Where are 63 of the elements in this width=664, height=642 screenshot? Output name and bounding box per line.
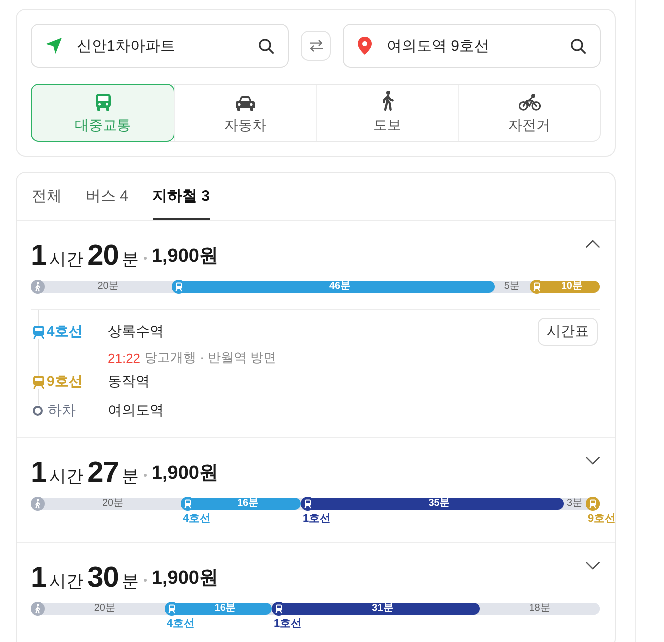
swap-button[interactable] [301,31,331,61]
line-name: 9호선 [47,373,83,391]
duration-label: 10분 [561,281,582,293]
duration-label: 16분 [237,498,259,510]
line-label: 1호선 [272,617,302,632]
car-icon [236,96,255,111]
fare: 1,900원 [152,245,218,269]
travel-time: 1 시간 20 분 [31,240,140,272]
filter-tab[interactable]: 전체 [32,173,62,220]
duration-label: 46분 [330,281,351,293]
separator-dot-icon [144,578,147,582]
bus-icon [96,94,110,111]
line-label: 1호선 [302,512,332,527]
alight-label: 하차 [48,402,76,420]
line-name: 4호선 [47,323,83,341]
station-name: 상록수역 [108,323,164,341]
filter-tab[interactable]: 버스 4 [86,173,129,220]
duration-label: 16분 [214,603,236,615]
station-name: 여의도역 [108,402,164,420]
walking-person-icon [31,280,45,294]
fare: 1,900원 [152,462,218,486]
duration-label: 35분 [428,498,450,510]
duration-label: 31분 [372,603,394,615]
separator-dot-icon [144,474,147,476]
walking-person-icon [382,91,394,111]
timetable-button[interactable]: 시간표 [538,318,598,346]
departure-time: 21:22 [108,350,141,366]
ring-icon [33,406,43,416]
map-pin-icon [358,37,372,55]
chevron-up-icon [586,240,600,248]
swap-icon [310,40,322,52]
expand-button[interactable] [586,457,600,465]
duration-label: 18분 [529,603,550,615]
chevron-down-icon [586,562,600,570]
line-label: 9호선 [587,512,616,527]
duration-label: 20분 [102,498,124,510]
walking-person-icon [31,602,45,616]
navigation-arrow-icon [46,38,62,54]
station-name: 동작역 [108,373,150,391]
separator-dot-icon [144,256,147,260]
search-icon[interactable] [571,38,586,54]
collapse-button[interactable] [586,240,600,248]
mode-tab[interactable]: 자동차 [174,85,316,141]
mode-tab[interactable]: 자전거 [458,85,600,141]
expand-button[interactable] [586,562,600,570]
line-label: 4호선 [166,617,195,632]
cyclist-icon [518,94,540,111]
line-label: 4호선 [182,512,212,527]
duration-label: 20분 [98,281,119,293]
search-icon[interactable] [259,38,274,54]
mode-tab[interactable]: 도보 [316,85,458,141]
direction-text: 당고개행 · 반월역 방면 [144,349,277,367]
duration-label: 5분 [504,281,520,293]
duration-label: 3분 [566,498,583,510]
travel-time: 1 시간 30 분 [31,562,140,594]
chevron-down-icon [586,457,600,465]
filter-tab[interactable]: 지하철 3 [152,173,210,220]
destination-field[interactable]: 여의도역 9호선 [343,24,601,68]
duration-label: 20분 [94,603,116,615]
travel-time: 1 시간 27 분 [31,456,140,490]
origin-field[interactable]: 신안1차아파트 [31,24,289,68]
walking-person-icon [31,497,45,511]
fare: 1,900원 [152,567,218,591]
